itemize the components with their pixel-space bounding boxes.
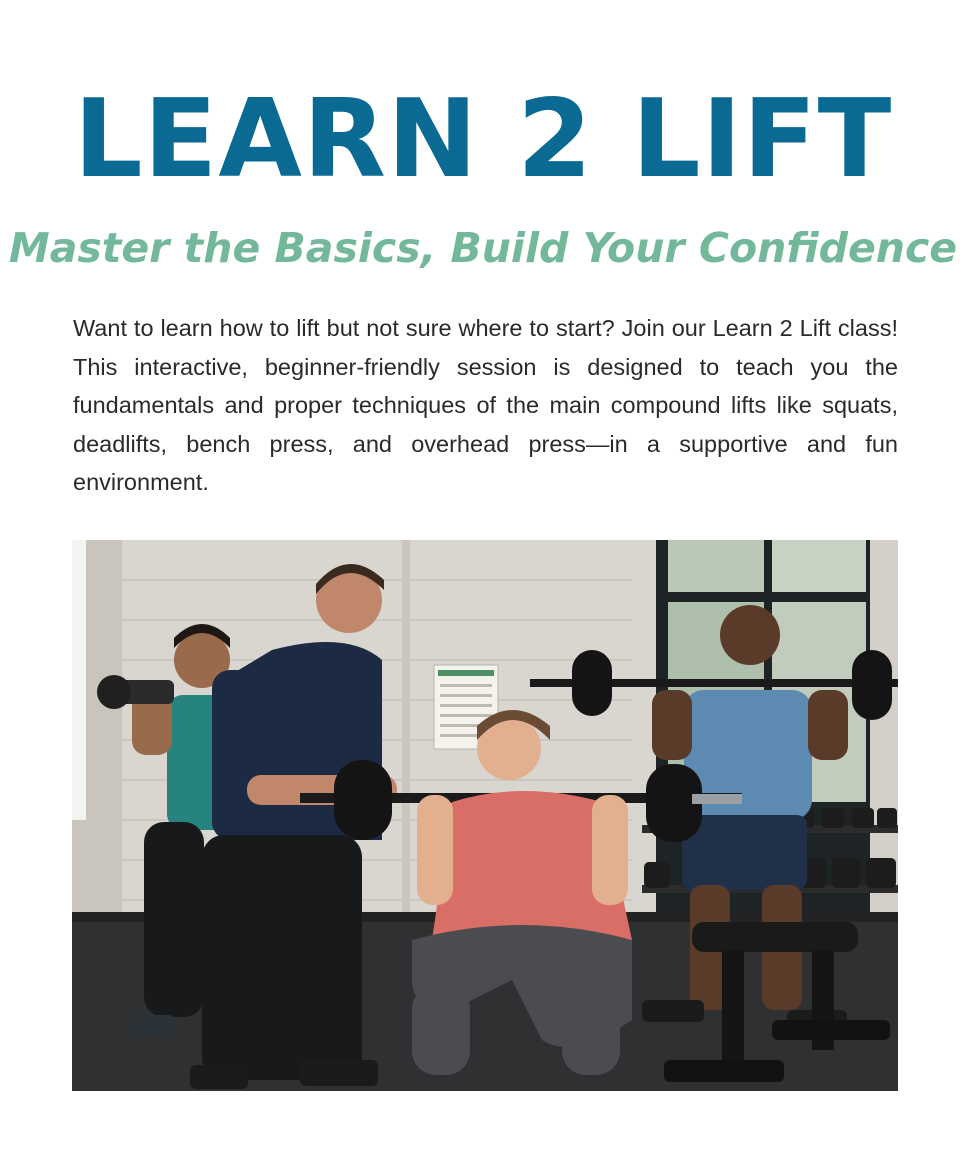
- flyer-page: LEARN 2 LIFT Master the Basics, Build Yo…: [0, 0, 966, 1153]
- window-pane-1: [668, 540, 764, 592]
- wall-corner: [402, 540, 410, 930]
- gym-scene-illustration: [72, 540, 898, 1091]
- right-wall-strip: [870, 540, 898, 960]
- intro-paragraph: Want to learn how to lift but not sure w…: [73, 315, 898, 495]
- window-pane-2: [772, 540, 866, 592]
- left-window-strip: [72, 540, 86, 820]
- gym-class-photo: [72, 540, 898, 1091]
- page-title: LEARN 2 LIFT: [73, 77, 893, 202]
- page-subtitle: Master the Basics, Build Your Confidence: [8, 224, 958, 272]
- poster-header: [438, 670, 494, 676]
